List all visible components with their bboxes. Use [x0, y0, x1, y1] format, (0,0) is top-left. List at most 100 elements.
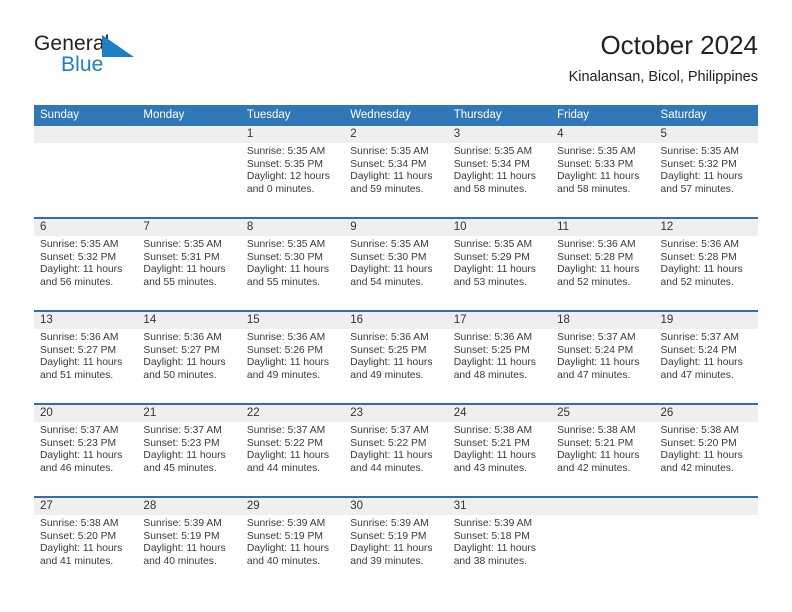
day-cell-31[interactable]: 31 Sunrise: 5:39 AM Sunset: 5:18 PM Dayligh… — [447, 498, 552, 589]
daylight-text: and 42 minutes. — [557, 462, 631, 474]
day-cell-2[interactable]: 2 Sunrise: 5:35 AM Sunset: 5:34 PM Daylight… — [344, 126, 448, 217]
day-number: 2 — [344, 126, 448, 143]
daylight-text: Daylight: 11 hours — [350, 357, 433, 369]
day-number: 24 — [447, 405, 552, 422]
sunset-text: Sunset: 5:20 PM — [40, 530, 117, 542]
title-block: October 2024 Kinalansan, Bicol, Philippi… — [569, 28, 758, 88]
sunrise-text: Sunrise: 5:39 AM — [350, 518, 429, 529]
day-cell-14[interactable]: 14 Sunrise: 5:36 AM Sunset: 5:27 PM Dayligh… — [137, 312, 241, 403]
day-cell-26[interactable]: 26 Sunrise: 5:38 AM Sunset: 5:20 PM Dayligh… — [654, 405, 758, 496]
calendar-week-row: 13 Sunrise: 5:36 AM Sunset: 5:27 PM Dayligh… — [34, 310, 758, 403]
daylight-text: Daylight: 11 hours — [246, 357, 330, 369]
day-cell-9[interactable]: 9 Sunrise: 5:35 AM Sunset: 5:30 PM Daylight… — [344, 219, 448, 310]
day-number: 17 — [447, 312, 552, 329]
day-cell-20[interactable]: 20 Sunrise: 5:37 AM Sunset: 5:23 PM Dayligh… — [34, 405, 138, 496]
daylight-text: Daylight: 11 hours — [557, 450, 640, 462]
sunset-text: Sunset: 5:34 PM — [350, 158, 427, 170]
day-number: 5 — [654, 126, 758, 143]
day-cell-29[interactable]: 29 Sunrise: 5:39 AM Sunset: 5:19 PM Dayligh… — [240, 498, 345, 589]
sunset-text: Sunset: 5:26 PM — [246, 344, 323, 356]
day-details: Sunrise: 5:37 AM Sunset: 5:22 PM Daylight:… — [344, 422, 447, 475]
day-cell-12[interactable]: 12 Sunrise: 5:36 AM Sunset: 5:28 PM Dayligh… — [654, 219, 758, 310]
sunrise-text: Sunrise: 5:35 AM — [246, 146, 326, 157]
day-details: Sunrise: 5:36 AM Sunset: 5:27 PM Daylight:… — [137, 329, 240, 382]
day-cell-25[interactable]: 25 Sunrise: 5:38 AM Sunset: 5:21 PM Dayligh… — [551, 405, 655, 496]
daylight-text: and 47 minutes. — [660, 369, 734, 381]
day-cell-24[interactable]: 24 Sunrise: 5:38 AM Sunset: 5:21 PM Dayligh… — [447, 405, 552, 496]
daylight-text: Daylight: 11 hours — [40, 357, 123, 369]
day-details: Sunrise: 5:35 AM Sunset: 5:29 PM Daylight:… — [448, 236, 551, 289]
sunrise-text: Sunrise: 5:35 AM — [660, 146, 739, 157]
day-cell-13[interactable]: 13 Sunrise: 5:36 AM Sunset: 5:27 PM Dayligh… — [34, 312, 138, 403]
sunrise-text: Sunrise: 5:36 AM — [660, 239, 739, 250]
sunrise-text: Sunrise: 5:38 AM — [557, 425, 636, 436]
day-cell-7[interactable]: 7 Sunrise: 5:35 AM Sunset: 5:31 PM Daylight… — [137, 219, 241, 310]
day-number: 8 — [240, 219, 345, 236]
day-cell-4[interactable]: 4 Sunrise: 5:35 AM Sunset: 5:33 PM Daylight… — [551, 126, 655, 217]
daylight-text: and 54 minutes. — [350, 276, 424, 288]
day-number: 10 — [447, 219, 552, 236]
sunrise-text: Sunrise: 5:36 AM — [350, 332, 429, 343]
daylight-text: Daylight: 11 hours — [350, 450, 433, 462]
day-cell-21[interactable]: 21 Sunrise: 5:37 AM Sunset: 5:23 PM Dayligh… — [137, 405, 241, 496]
day-cell-1[interactable]: 1 Sunrise: 5:35 AM Sunset: 5:35 PM Daylight… — [240, 126, 345, 217]
day-number: 1 — [240, 126, 345, 143]
day-cell-22[interactable]: 22 Sunrise: 5:37 AM Sunset: 5:22 PM Dayligh… — [240, 405, 345, 496]
day-cell-19[interactable]: 19 Sunrise: 5:37 AM Sunset: 5:24 PM Dayligh… — [654, 312, 758, 403]
day-number: 19 — [654, 312, 758, 329]
daylight-text: and 43 minutes. — [453, 462, 527, 474]
daylight-text: Daylight: 11 hours — [246, 543, 330, 555]
daylight-text: and 38 minutes. — [453, 555, 527, 567]
daylight-text: Daylight: 11 hours — [660, 171, 743, 183]
sunrise-text: Sunrise: 5:35 AM — [453, 239, 533, 250]
day-details: Sunrise: 5:37 AM Sunset: 5:22 PM Daylight:… — [241, 422, 344, 475]
sunset-text: Sunset: 5:28 PM — [557, 251, 634, 263]
day-cell-23[interactable]: 23 Sunrise: 5:37 AM Sunset: 5:22 PM Dayligh… — [344, 405, 448, 496]
day-number: 15 — [240, 312, 345, 329]
day-details: Sunrise: 5:35 AM Sunset: 5:32 PM Daylight:… — [34, 236, 137, 289]
sunrise-text: Sunrise: 5:35 AM — [557, 146, 636, 157]
sunset-text: Sunset: 5:23 PM — [143, 437, 220, 449]
day-cell-empty — [654, 498, 758, 589]
day-cell-10[interactable]: 10 Sunrise: 5:35 AM Sunset: 5:29 PM Dayligh… — [447, 219, 552, 310]
daylight-text: Daylight: 11 hours — [143, 450, 226, 462]
daylight-text: and 40 minutes. — [246, 555, 321, 567]
sunset-text: Sunset: 5:24 PM — [557, 344, 634, 356]
daylight-text: and 44 minutes. — [350, 462, 424, 474]
sunset-text: Sunset: 5:34 PM — [453, 158, 530, 170]
sunrise-text: Sunrise: 5:35 AM — [350, 239, 429, 250]
day-cell-30[interactable]: 30 Sunrise: 5:39 AM Sunset: 5:19 PM Dayligh… — [344, 498, 448, 589]
day-details: Sunrise: 5:38 AM Sunset: 5:20 PM Daylight:… — [655, 422, 758, 475]
weekday-header-wednesday: Wednesday — [350, 109, 411, 121]
day-cell-27[interactable]: 27 Sunrise: 5:38 AM Sunset: 5:20 PM Dayligh… — [34, 498, 138, 589]
daylight-text: Daylight: 11 hours — [453, 264, 536, 276]
sunset-text: Sunset: 5:19 PM — [246, 530, 323, 542]
sunrise-text: Sunrise: 5:37 AM — [40, 425, 119, 436]
day-cell-3[interactable]: 3 Sunrise: 5:35 AM Sunset: 5:34 PM Daylight… — [447, 126, 552, 217]
day-cell-11[interactable]: 11 Sunrise: 5:36 AM Sunset: 5:28 PM Dayligh… — [551, 219, 655, 310]
sunset-text: Sunset: 5:32 PM — [40, 251, 117, 263]
day-number: 25 — [551, 405, 655, 422]
day-number: 6 — [34, 219, 138, 236]
daylight-text: and 58 minutes. — [453, 183, 527, 195]
day-cell-8[interactable]: 8 Sunrise: 5:35 AM Sunset: 5:30 PM Daylight… — [240, 219, 345, 310]
brand-logo[interactable]: General Blue — [34, 32, 174, 88]
day-cell-28[interactable]: 28 Sunrise: 5:39 AM Sunset: 5:19 PM Dayligh… — [137, 498, 241, 589]
day-cell-15[interactable]: 15 Sunrise: 5:36 AM Sunset: 5:26 PM Dayligh… — [240, 312, 345, 403]
day-cell-16[interactable]: 16 Sunrise: 5:36 AM Sunset: 5:25 PM Dayligh… — [344, 312, 448, 403]
day-cell-17[interactable]: 17 Sunrise: 5:36 AM Sunset: 5:25 PM Dayligh… — [447, 312, 552, 403]
sunset-text: Sunset: 5:21 PM — [557, 437, 634, 449]
daylight-text: Daylight: 11 hours — [660, 264, 743, 276]
sunrise-text: Sunrise: 5:39 AM — [143, 518, 222, 529]
daylight-text: and 52 minutes. — [557, 276, 631, 288]
day-number: 21 — [137, 405, 241, 422]
daylight-text: and 45 minutes. — [143, 462, 217, 474]
page-header: General Blue October 2024 Kinalansan, Bi… — [34, 28, 758, 98]
sunrise-text: Sunrise: 5:35 AM — [350, 146, 429, 157]
sunrise-text: Sunrise: 5:37 AM — [246, 425, 326, 436]
day-cell-6[interactable]: 6 Sunrise: 5:35 AM Sunset: 5:32 PM Daylight… — [34, 219, 138, 310]
day-details: Sunrise: 5:35 AM Sunset: 5:35 PM Daylight:… — [241, 143, 344, 196]
day-cell-5[interactable]: 5 Sunrise: 5:35 AM Sunset: 5:32 PM Daylight… — [654, 126, 758, 217]
day-cell-18[interactable]: 18 Sunrise: 5:37 AM Sunset: 5:24 PM Dayligh… — [551, 312, 655, 403]
sunrise-text: Sunrise: 5:35 AM — [453, 146, 533, 157]
